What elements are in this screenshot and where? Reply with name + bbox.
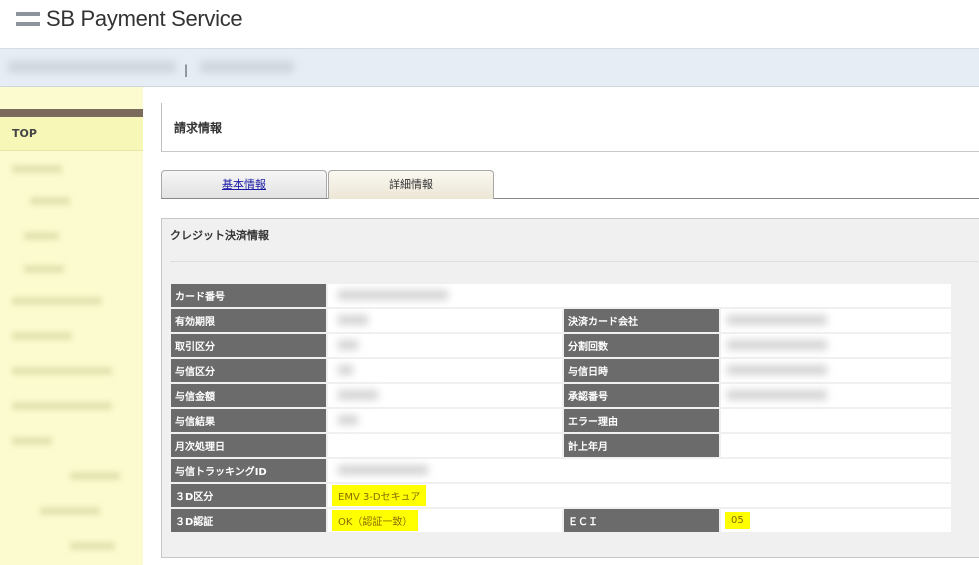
auth-type-value [328,359,562,382]
sidebar-item-top-label: TOP [12,127,37,140]
table-row: 取引区分 分割回数 [171,334,951,357]
expiry-label: 有効期限 [171,309,326,332]
main-content: 請求情報 基本情報 詳細情報 クレジット決済情報 カード番号 有効期限 決済カー… [143,87,979,565]
page-title: 請求情報 [174,121,223,135]
auth-datetime-value [721,359,951,382]
auth-type-label: 与信区分 [171,359,326,382]
redacted-value [727,315,827,325]
three-d-auth-label: ３D認証 [171,509,326,532]
eci-value: 05 [725,512,750,529]
info-separator: | [184,63,189,77]
transaction-type-label: 取引区分 [171,334,326,357]
brand-name: SB Payment Service [46,6,243,31]
monthly-process-date-label: 月次処理日 [171,434,326,457]
approval-number-label: 承認番号 [564,384,719,407]
card-number-value [328,284,951,307]
three-d-auth-value: OK（認証一致） [332,510,419,531]
auth-tracking-id-value [328,459,951,482]
posting-month-value [721,434,951,457]
posting-month-label: 計上年月 [564,434,719,457]
tab-detail-info[interactable]: 詳細情報 [328,170,494,199]
approval-number-value [721,384,951,407]
sidebar-item[interactable] [12,437,52,445]
credit-info-table: カード番号 有効期限 決済カード会社 取引区分 分割回数 与信区分 与信日時 与… [169,282,953,534]
sidebar-item[interactable] [70,542,115,550]
app-header: SB Payment Service [0,0,979,49]
redacted-value [338,365,353,375]
brand-logo[interactable]: SB Payment Service [16,6,243,32]
redacted-value [727,365,827,375]
error-reason-label: エラー理由 [564,409,719,432]
sidebar-item[interactable] [70,472,120,480]
auth-result-value [328,409,562,432]
sidebar-item[interactable] [24,232,59,240]
panel-title: クレジット決済情報 [170,229,269,242]
table-row: 与信金額 承認番号 [171,384,951,407]
sidebar-item[interactable] [12,367,112,375]
sidebar-item-top[interactable]: TOP [0,117,143,151]
three-d-type-value-cell: EMV 3-Dセキュア [328,484,951,507]
menu-lines-icon [16,12,40,26]
page-title-box: 請求情報 [161,103,979,152]
auth-amount-label: 与信金額 [171,384,326,407]
tab-basic-info[interactable]: 基本情報 [161,170,327,198]
table-row: カード番号 [171,284,951,307]
redacted-user-name [200,61,294,73]
redacted-value [338,290,448,300]
redacted-value [338,415,358,425]
redacted-value [338,390,378,400]
table-row: 与信区分 与信日時 [171,359,951,382]
tab-bar: 基本情報 詳細情報 [161,170,979,199]
table-row: 有効期限 決済カード会社 [171,309,951,332]
card-number-label: カード番号 [171,284,326,307]
sidebar-divider [0,109,143,117]
table-row: 月次処理日 計上年月 [171,434,951,457]
card-company-value [721,309,951,332]
sidebar-item[interactable] [12,332,72,340]
installments-value [721,334,951,357]
auth-datetime-label: 与信日時 [564,359,719,382]
table-row: ３D認証 OK（認証一致） ＥＣＩ 05 [171,509,951,532]
sidebar-item[interactable] [12,297,102,305]
transaction-type-value [328,334,562,357]
redacted-account-name [8,61,176,73]
sidebar: TOP [0,87,143,565]
table-row: ３D区分 EMV 3-Dセキュア [171,484,951,507]
redacted-value [338,465,428,475]
eci-value-cell: 05 [721,509,951,532]
sidebar-item[interactable] [30,197,70,205]
installments-label: 分割回数 [564,334,719,357]
three-d-type-label: ３D区分 [171,484,326,507]
redacted-value [338,315,368,325]
redacted-value [727,390,827,400]
credit-payment-panel: クレジット決済情報 カード番号 有効期限 決済カード会社 取引区分 分割回数 与… [161,218,979,558]
auth-result-label: 与信結果 [171,409,326,432]
auth-amount-value [328,384,562,407]
sidebar-item[interactable] [40,507,100,515]
sidebar-item[interactable] [12,165,62,173]
three-d-type-value: EMV 3-Dセキュア [332,485,427,506]
eci-label: ＥＣＩ [564,509,719,532]
panel-divider [170,261,978,262]
table-row: 与信トラッキングID [171,459,951,482]
redacted-value [727,340,827,350]
redacted-value [338,340,358,350]
table-row: 与信結果 エラー理由 [171,409,951,432]
auth-tracking-id-label: 与信トラッキングID [171,459,326,482]
error-reason-value [721,409,951,432]
three-d-auth-value-cell: OK（認証一致） [328,509,562,532]
monthly-process-date-value [328,434,562,457]
sidebar-item[interactable] [12,402,112,410]
card-company-label: 決済カード会社 [564,309,719,332]
account-info-bar: | [0,49,979,87]
expiry-value [328,309,562,332]
sidebar-item[interactable] [24,265,64,273]
